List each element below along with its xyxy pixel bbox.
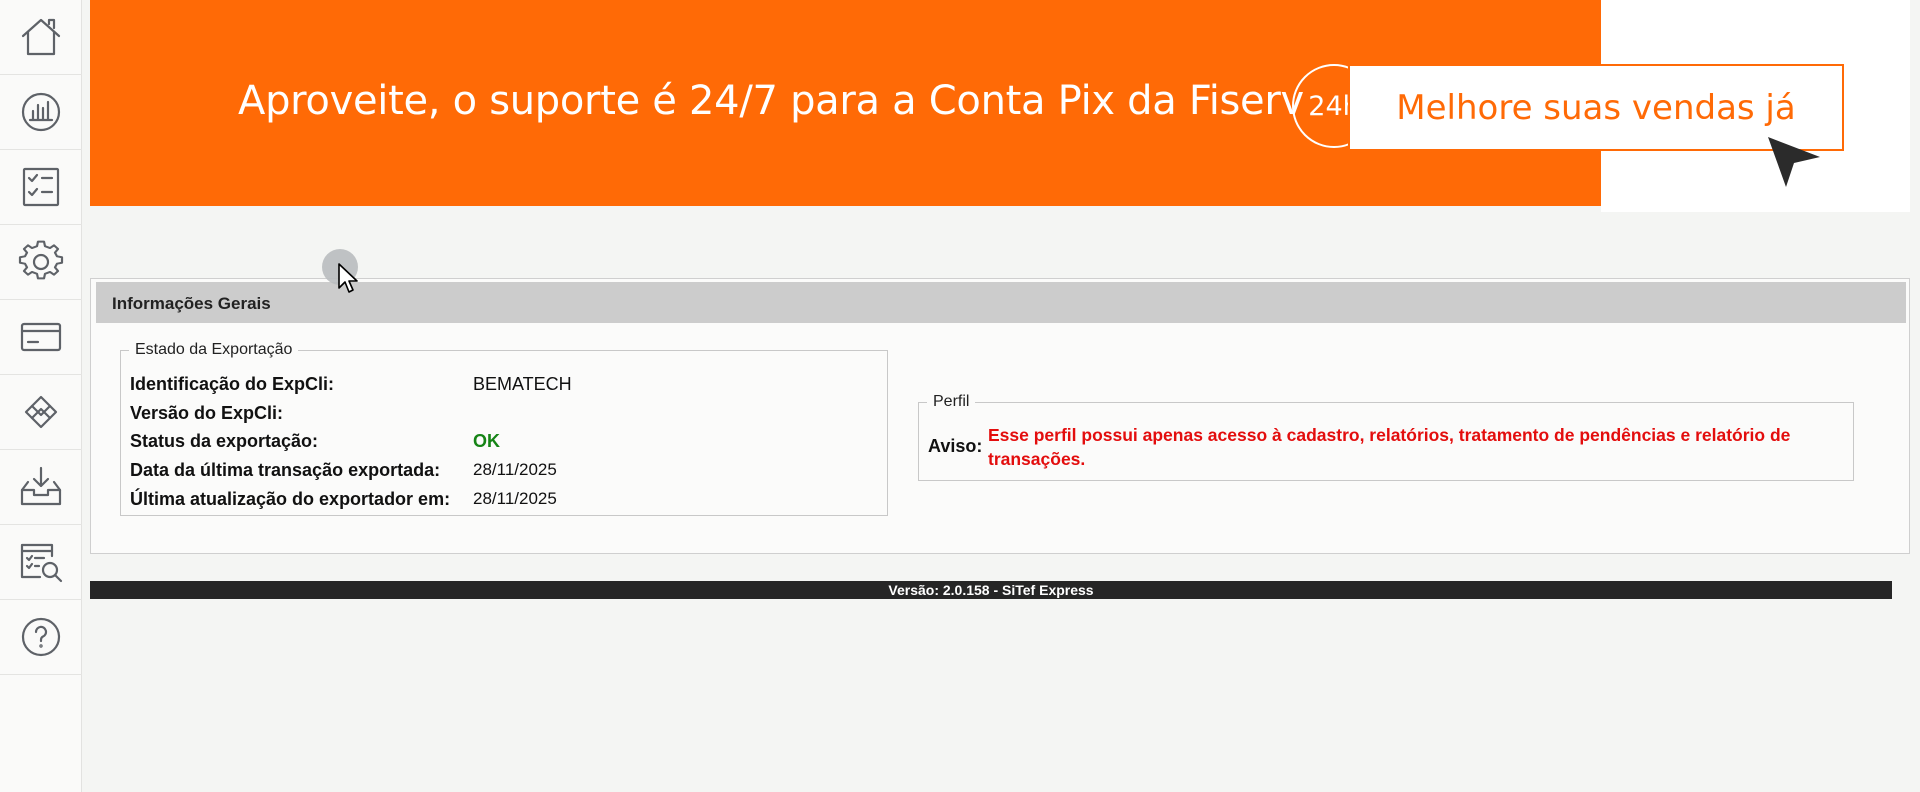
export-state-legend: Estado da Exportação (135, 341, 293, 358)
download-tray-icon (20, 466, 62, 506)
sidebar (0, 0, 82, 792)
sidebar-item-export[interactable] (0, 450, 82, 525)
bar-chart-icon (21, 92, 61, 132)
row-label: Última atualização do exportador em: (130, 489, 451, 509)
version-bar: Versão: 2.0.158 - SiTef Express (90, 581, 1892, 599)
mouse-cursor-icon (338, 263, 358, 293)
card-icon (20, 322, 62, 352)
sidebar-item-help[interactable] (0, 600, 82, 675)
sidebar-item-settings[interactable] (0, 225, 82, 300)
sidebar-item-dashboard[interactable] (0, 75, 82, 150)
warning-label: Aviso: (928, 436, 983, 456)
profile-legend: Perfil (933, 393, 970, 410)
sidebar-item-pix[interactable] (0, 375, 82, 450)
sidebar-item-tasks[interactable] (0, 150, 82, 225)
panel-title: Informações Gerais (112, 294, 271, 313)
warning-text: Esse perfil possui apenas acesso à cadas… (988, 425, 1791, 469)
banner-headline: Aproveite, o suporte é 24/7 para a Conta… (238, 78, 1304, 124)
panel-header: Informações Gerais (96, 282, 1906, 323)
status-badge: OK (473, 431, 500, 451)
sidebar-item-home[interactable] (0, 0, 82, 75)
checklist-icon (22, 167, 60, 207)
gear-icon (18, 240, 64, 280)
report-search-icon (20, 543, 63, 583)
help-icon (21, 617, 61, 657)
pointer-icon (1768, 137, 1820, 187)
row-value: 28/11/2025 (473, 460, 557, 479)
home-icon (21, 18, 61, 56)
row-label: Status da exportação: (130, 431, 319, 451)
row-label: Versão do ExpCli: (130, 403, 284, 423)
row-label: Data da última transação exportada: (130, 460, 441, 480)
pix-icon (24, 395, 58, 429)
sidebar-item-reports[interactable] (0, 525, 82, 600)
general-info-panel: Informações Gerais Estado da Exportação … (90, 278, 1910, 554)
row-value: BEMATECH (473, 374, 572, 394)
sidebar-item-cards[interactable] (0, 300, 82, 375)
row-value: 28/11/2025 (473, 489, 557, 508)
row-label: Identificação do ExpCli: (130, 374, 335, 394)
